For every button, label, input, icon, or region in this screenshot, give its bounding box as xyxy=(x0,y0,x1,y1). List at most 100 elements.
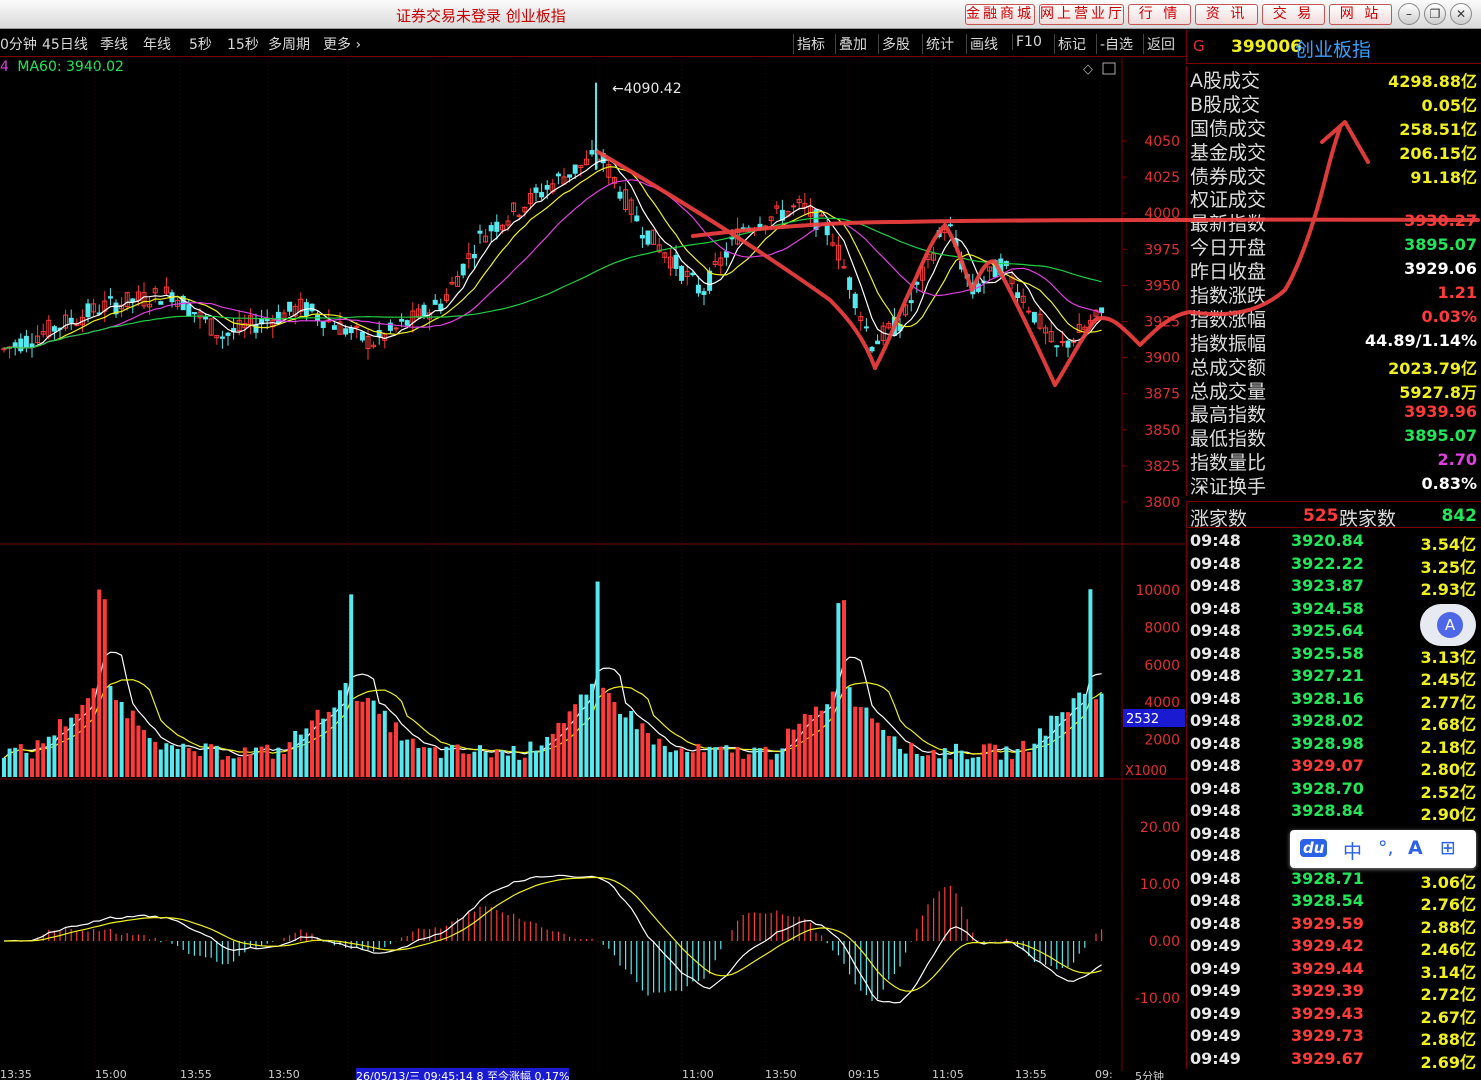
tool-overlay[interactable]: 叠加 xyxy=(835,34,867,54)
volume-bar xyxy=(142,730,146,777)
assistant-icon[interactable]: A xyxy=(1437,612,1463,638)
period-tab-min[interactable]: 0分钟 xyxy=(0,34,37,54)
tool-back[interactable]: 返回 xyxy=(1143,34,1175,54)
ime-punctuation-toggle[interactable]: °, xyxy=(1378,837,1394,859)
trade-button[interactable]: 交 易 xyxy=(1262,4,1325,25)
macd-axis-label: 20.00 xyxy=(1140,820,1180,836)
volume-bar xyxy=(119,701,124,777)
quote-stat-label: 深证换手 xyxy=(1190,476,1267,499)
quotes-button[interactable]: 行 情 xyxy=(1128,4,1191,25)
period-tab-5s[interactable]: 5秒 xyxy=(189,34,212,54)
tool-indicator[interactable]: 指标 xyxy=(793,34,825,54)
volume-bar xyxy=(914,753,919,777)
close-icon[interactable]: ✕ xyxy=(1450,3,1472,25)
ime-font-icon[interactable]: A xyxy=(1408,837,1423,859)
tick-row: 09:49 3929.39 2.72亿 xyxy=(1187,979,1481,1004)
tick-price: 3929.43 xyxy=(1291,1003,1364,1023)
tick-amount: 2.69亿 xyxy=(1420,1052,1476,1072)
candle-body xyxy=(947,224,953,227)
minimize-icon[interactable]: – xyxy=(1398,3,1420,25)
quote-stat-row: 债券成交 91.18亿 xyxy=(1187,162,1481,188)
tick-time: 09:48 xyxy=(1190,778,1241,798)
tool-mark[interactable]: 标记 xyxy=(1054,34,1086,54)
floating-assistant[interactable]: A xyxy=(1420,604,1476,646)
volume-bar xyxy=(780,748,785,777)
tool-f10[interactable]: F10 xyxy=(1012,34,1042,50)
volume-bar xyxy=(735,747,740,777)
volume-bar xyxy=(718,746,723,777)
title-bar: 证券交易未登录 创业板指 金融商城 网上营业厅 行 情 资 讯 交 易 网 站 … xyxy=(0,0,1481,29)
volume-bar xyxy=(377,713,382,777)
quote-stat-value: 44.89/1.14% xyxy=(1365,330,1477,350)
quote-stat-value: 0.05亿 xyxy=(1421,95,1477,115)
quote-stat-row: 指数振幅 44.89/1.14% xyxy=(1187,329,1481,355)
volume-bar xyxy=(158,749,163,777)
period-tab-season[interactable]: 季线 xyxy=(100,34,128,54)
period-tab-more[interactable]: 更多 › xyxy=(323,34,361,54)
down-count-label: 跌家数 xyxy=(1339,508,1397,530)
finance-mall-button[interactable]: 金融商城 xyxy=(965,4,1035,25)
ime-toolbar[interactable]: du 中 °, A ⊞ xyxy=(1290,830,1476,868)
tick-time: 09:48 xyxy=(1190,688,1241,708)
volume-bar xyxy=(746,754,751,777)
volume-bar xyxy=(1066,712,1070,777)
website-button[interactable]: 网 站 xyxy=(1329,4,1392,25)
candle-body xyxy=(824,223,830,236)
volume-bar xyxy=(310,720,314,777)
tick-row: 09:48 3920.84 3.54亿 xyxy=(1187,529,1481,554)
volume-bar xyxy=(41,743,46,777)
volume-bar xyxy=(86,698,90,777)
tick-time: 09:49 xyxy=(1190,981,1241,1000)
time-axis-label: 11:00 xyxy=(682,1068,714,1080)
volume-current-value: 2532 xyxy=(1126,712,1159,727)
candle-body xyxy=(617,191,623,199)
period-tab-15s[interactable]: 15秒 xyxy=(227,34,259,54)
volume-bar xyxy=(489,757,494,777)
news-button[interactable]: 资 讯 xyxy=(1195,4,1258,25)
baidu-ime-icon[interactable]: du xyxy=(1300,839,1328,857)
volume-bar xyxy=(1015,748,1020,777)
volume-bar xyxy=(562,723,566,777)
tick-price: 3929.39 xyxy=(1291,981,1364,1000)
volume-bar xyxy=(478,745,482,777)
candle-body xyxy=(953,238,959,247)
diamond-icon: ◇ xyxy=(1083,62,1093,77)
volume-bar xyxy=(892,736,897,777)
volume-bar xyxy=(226,756,230,777)
candle-body xyxy=(757,223,763,230)
tool-draw-line[interactable]: 画线 xyxy=(966,34,998,54)
volume-bar xyxy=(69,717,74,777)
tick-row: 09:49 3929.42 2.46亿 xyxy=(1187,934,1481,959)
tick-row: 09:48 3928.98 2.18亿 xyxy=(1187,732,1481,757)
chart-toolbar: 0分钟 45日线 季线 年线 5秒 15秒 多周期 更多 › 指标 叠加 多股 … xyxy=(0,30,1185,57)
volume-bar xyxy=(7,748,12,777)
tool-watchlist[interactable]: -自选 xyxy=(1096,34,1133,54)
ime-chinese-toggle[interactable]: 中 xyxy=(1343,837,1362,864)
online-hall-button[interactable]: 网上营业厅 xyxy=(1039,4,1124,25)
period-tab-multi[interactable]: 多周期 xyxy=(268,34,310,54)
volume-bar xyxy=(959,750,964,777)
volume-bar xyxy=(125,718,130,777)
restore-icon[interactable]: ❐ xyxy=(1424,3,1446,25)
candle-body xyxy=(707,270,713,291)
volume-bar xyxy=(466,754,471,777)
kline-chart[interactable]: 4050 4025 4000 3975 3950 3925 3900 3875 3850 3825… xyxy=(0,57,1185,1071)
volume-bar xyxy=(657,738,662,777)
volume-bar xyxy=(108,685,113,777)
volume-bar xyxy=(842,600,846,777)
tick-time: 09:49 xyxy=(1190,1048,1241,1068)
period-tab-year[interactable]: 年线 xyxy=(143,34,171,54)
candle-body xyxy=(869,346,875,352)
tool-stats[interactable]: 统计 xyxy=(922,34,954,54)
volume-axis-label: 8000 xyxy=(1144,620,1180,636)
volume-bar xyxy=(1032,743,1037,777)
tool-multi-stock[interactable]: 多股 xyxy=(878,34,910,54)
candle-body xyxy=(819,214,825,217)
volume-bar xyxy=(696,743,701,777)
ime-grid-icon[interactable]: ⊞ xyxy=(1440,837,1456,859)
period-tab-45day[interactable]: 45日线 xyxy=(42,34,88,54)
tick-time: 09:48 xyxy=(1190,598,1241,618)
candle-body xyxy=(225,332,231,336)
volume-bar xyxy=(511,745,516,777)
candle-body xyxy=(393,327,399,330)
